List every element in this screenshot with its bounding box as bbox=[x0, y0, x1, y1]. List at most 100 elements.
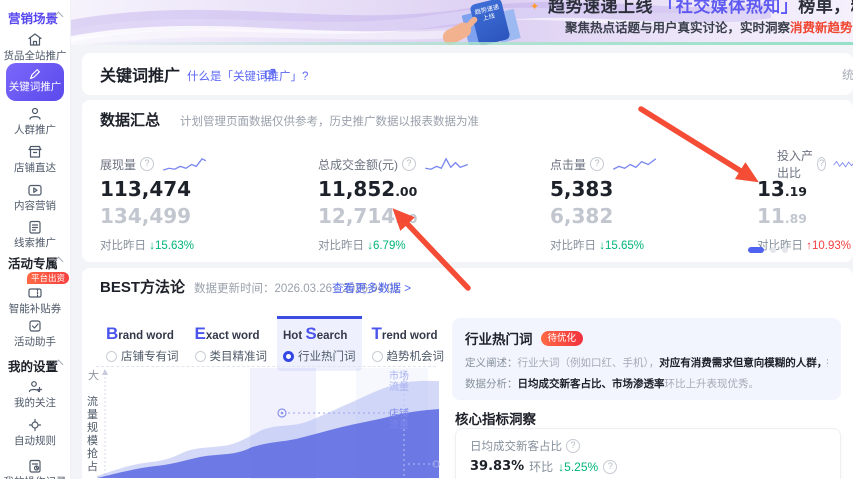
person-icon bbox=[27, 106, 43, 122]
metric-compare: 对比昨日 ↓15.63% bbox=[100, 240, 194, 252]
metric-value: 11,852.00 bbox=[318, 177, 418, 201]
best-title: BEST方法论 bbox=[100, 279, 186, 296]
sidebar-item-label: 货品全站推广 bbox=[3, 50, 67, 62]
radio-icon[interactable] bbox=[106, 350, 117, 362]
record-icon bbox=[27, 458, 43, 474]
shop-icon bbox=[27, 144, 43, 160]
radio-icon[interactable] bbox=[371, 350, 383, 362]
metric-value: 5,383 bbox=[550, 177, 614, 201]
pager-dot[interactable] bbox=[782, 247, 788, 253]
tab-hot-search[interactable]: Hot Search 行业热门词 bbox=[277, 316, 362, 371]
metric-label: 总成交金额(元) bbox=[318, 157, 398, 172]
what-is-keyword-link[interactable]: 什么是「关键词推广」? bbox=[187, 68, 308, 84]
tab-brand-word[interactable]: Brand word 店铺专有词 bbox=[100, 316, 185, 371]
view-more-data-link[interactable]: 查看更多数据 > bbox=[332, 280, 411, 296]
core-insight-title: 核心指标洞察 bbox=[455, 412, 536, 427]
assistant-icon bbox=[27, 318, 43, 334]
metric-value: 13.19 bbox=[757, 177, 807, 201]
sidebar-item-label: 内容营销 bbox=[14, 200, 56, 212]
metric-value: 113,474 bbox=[100, 177, 192, 201]
core-metric-value-row: 39.83% 环比 ↓5.25% ? bbox=[470, 458, 826, 475]
clue-icon bbox=[27, 219, 43, 235]
industry-hot-word-panel: 行业热门词 待优化 定义阐述：行业大词（例如口红、手机），对应有消费需求但意向模… bbox=[452, 318, 841, 400]
legend-shop-traffic: 店铺流量 bbox=[389, 409, 409, 431]
data-analysis-line: 数据分析：日均成交新客占比、市场渗透率环比上升表现优秀。 bbox=[465, 378, 759, 390]
sidebar-item-keyword-active[interactable]: 关键词推广 bbox=[6, 63, 64, 101]
page-title: 关键词推广 bbox=[100, 68, 181, 85]
help-icon[interactable]: ? bbox=[590, 157, 605, 171]
metric-compare: 对比昨日 ↓15.65% bbox=[550, 240, 644, 252]
sidebar-item-label: 关键词推广 bbox=[8, 81, 62, 93]
metric-prev-value: 12,714.80 bbox=[318, 204, 418, 228]
tab-exact-word[interactable]: Exact word 类目精准词 bbox=[189, 316, 274, 371]
radio-selected-icon[interactable] bbox=[283, 350, 294, 362]
help-icon[interactable]: ? bbox=[566, 439, 580, 453]
sidebar-section-marketing[interactable]: 营销场景 bbox=[8, 8, 58, 27]
metrics-pager bbox=[748, 247, 788, 253]
coupon-icon bbox=[27, 285, 43, 301]
sidebar-item-operation-log[interactable]: 我的操作记录 bbox=[0, 458, 70, 479]
sidebar-item-subsidy-coupon[interactable]: 平台出资 智能补贴券 bbox=[0, 272, 70, 316]
core-insight-box: 日均成交新客占比? 39.83% 环比 ↓5.25% ? 同行同层均值: 34.… bbox=[455, 428, 841, 479]
pager-dot[interactable] bbox=[770, 247, 776, 253]
sidebar-item-label: 我的关注 bbox=[14, 397, 56, 409]
tab-trend-word[interactable]: Trend word 趋势机会词 bbox=[366, 316, 451, 371]
sidebar-section-activity[interactable]: 活动专属 bbox=[8, 253, 58, 272]
core-metric-label: 日均成交新客占比? bbox=[470, 438, 826, 454]
sidebar-item-leads[interactable]: 线索推广 bbox=[0, 219, 70, 250]
summary-note: 计划管理页面数据仅供参考，历史推广数据以报表数据为准 bbox=[180, 116, 479, 128]
metric-compare: 对比昨日 ↓6.79% bbox=[318, 240, 406, 252]
metric-label: 投入产出比 bbox=[777, 149, 814, 180]
banner-phone-text: 趋势速递 上线 bbox=[474, 3, 500, 23]
sparkline-chart bbox=[833, 160, 853, 168]
sparkline-chart bbox=[163, 157, 207, 171]
gear-icon bbox=[27, 417, 43, 433]
sidebar-section-settings[interactable]: 我的设置 bbox=[8, 356, 58, 375]
banner-headline: 趋势速递上线 「社交媒体热知」榜单，精准捕捉 bbox=[548, 0, 853, 16]
best-tabs: Brand word 店铺专有词 Exact word 类目精准词 Hot Se… bbox=[100, 316, 450, 371]
sidebar-item-activity-assistant[interactable]: 活动助手 bbox=[0, 318, 70, 349]
sidebar-item-all-site[interactable]: 货品全站推广 bbox=[0, 32, 70, 63]
sidebar-item-content[interactable]: 内容营销 bbox=[0, 182, 70, 213]
storefront-icon bbox=[27, 32, 43, 48]
sidebar-item-label: 人群推广 bbox=[14, 124, 56, 136]
to-optimize-badge: 待优化 bbox=[540, 330, 584, 346]
metric-prev-value: 11.89 bbox=[757, 204, 807, 228]
sidebar-item-label: 自动规则 bbox=[14, 435, 56, 447]
help-icon[interactable]: ? bbox=[140, 157, 155, 171]
sidebar: 营销场景 货品全站推广 关键词推广 人群推广 店铺直达 内容营销 线索推广 活动… bbox=[0, 0, 71, 479]
sidebar-item-audience[interactable]: 人群推广 bbox=[0, 106, 70, 137]
sidebar-item-label: 线索推广 bbox=[14, 237, 56, 249]
industry-panel-title: 行业热门词 bbox=[465, 332, 533, 347]
promo-banner: 趋势速递上线 ✦ 趋势速递上线 「社交媒体热知」榜单，精准捕捉 聚焦热点话题与用… bbox=[70, 0, 853, 45]
banner-subline: 聚焦热点话题与用户真实讨论，实时洞察消费新趋势、品类新机会 bbox=[565, 21, 853, 35]
dashed-separator bbox=[96, 366, 436, 367]
video-icon bbox=[27, 182, 43, 198]
radio-icon[interactable] bbox=[194, 350, 206, 362]
external-link-icon[interactable] bbox=[264, 67, 276, 80]
definition-line: 定义阐述：行业大词（例如口红、手机），对应有消费需求但意向模糊的人群，拉新效果显… bbox=[465, 357, 828, 369]
sidebar-item-auto-rules[interactable]: 自动规则 bbox=[0, 417, 70, 448]
metric-gmv: 总成交金额(元)? 11,852.00 12,714.80 对比昨日 ↓6.79… bbox=[318, 155, 471, 253]
help-icon[interactable]: ? bbox=[402, 157, 416, 171]
sparkline-chart bbox=[612, 157, 657, 170]
platform-funded-badge: 平台出资 bbox=[26, 272, 69, 284]
metric-impressions: 展现量? 113,474 134,499 对比昨日 ↓15.63% bbox=[100, 155, 209, 253]
sparkline-chart bbox=[425, 156, 469, 170]
sidebar-item-shop-direct[interactable]: 店铺直达 bbox=[0, 144, 70, 175]
metric-label: 展现量 bbox=[100, 157, 137, 172]
metric-prev-value: 134,499 bbox=[100, 204, 192, 228]
help-icon[interactable]: ? bbox=[603, 459, 618, 474]
clipped-corner-text: 统 bbox=[842, 68, 853, 82]
sidebar-item-follows[interactable]: 我的关注 bbox=[0, 379, 70, 410]
metric-roi: 投入产出比? 13.19 11.89 对比昨日 ↑10.93% bbox=[757, 149, 853, 253]
help-icon[interactable]: ? bbox=[817, 157, 827, 171]
metric-label: 点击量 bbox=[550, 157, 587, 172]
pager-dot-active[interactable] bbox=[748, 247, 764, 253]
pen-icon bbox=[28, 67, 42, 81]
metric-clicks: 点击量? 5,383 6,382 对比昨日 ↓15.65% bbox=[550, 155, 659, 253]
sidebar-item-label: 智能补贴券 bbox=[8, 303, 62, 315]
follow-icon bbox=[27, 379, 43, 395]
metric-prev-value: 6,382 bbox=[550, 204, 614, 228]
sparkle-icon: ✦ bbox=[530, 1, 540, 13]
